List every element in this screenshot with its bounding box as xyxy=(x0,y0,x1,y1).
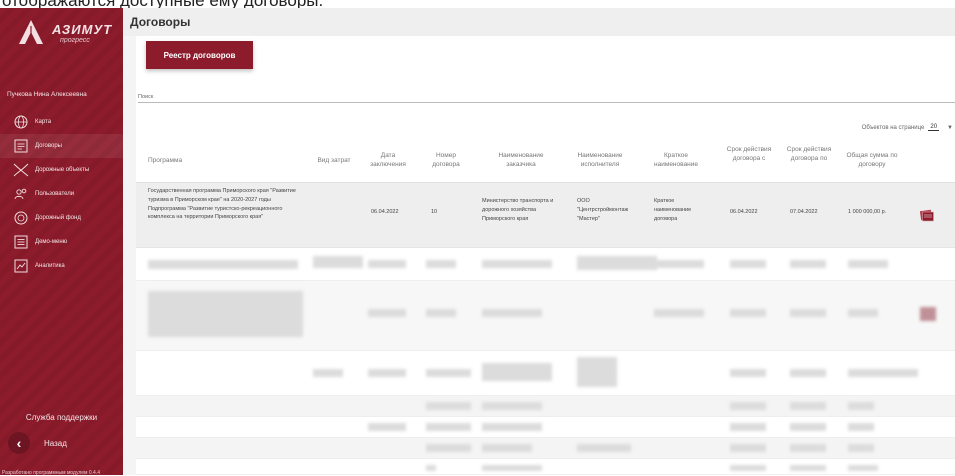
sidebar-item-label: Карта xyxy=(35,119,52,125)
main-content: Реестр договоров Поиск Объектов на стран… xyxy=(123,36,955,475)
back-label: Назад xyxy=(44,438,67,448)
table-header: Программа Вид затрат Дата заключения Ном… xyxy=(136,139,955,183)
caret-down-icon[interactable]: ▼ xyxy=(947,125,953,131)
column-customer[interactable]: Наименование заказчика xyxy=(486,152,556,170)
table-row[interactable] xyxy=(136,396,955,417)
cell-contractor: ООО "Центрстроймонтаж "Мастер" xyxy=(577,198,629,222)
sidebar-nav: Карта Договоры Дорожные объекты Пользова… xyxy=(0,110,123,278)
contract-document-icon[interactable] xyxy=(920,209,934,222)
sidebar-item-road-fund[interactable]: Дорожный фонд xyxy=(0,206,123,230)
column-term-to[interactable]: Срок действия договора по xyxy=(786,146,832,164)
page-header: Договоры xyxy=(123,8,955,36)
column-short-name[interactable]: Краткое наименование xyxy=(648,152,704,170)
contracts-panel: Реестр договоров Поиск Объектов на стран… xyxy=(136,36,955,475)
page-size-select[interactable]: 20 xyxy=(928,124,940,131)
cell-term-from: 06.04.2022 xyxy=(730,209,758,215)
developer-note: Разработано программным модулем 0.4.4 xyxy=(2,470,101,476)
cell-total: 1 000 000,00 р. xyxy=(848,209,887,215)
tab-registry[interactable]: Реестр договоров xyxy=(146,41,253,69)
column-program[interactable]: Программа xyxy=(148,157,182,166)
page-size-control: Объектов на странице 20 ▼ xyxy=(862,124,953,131)
cell-customer: Министерство транспорта и дорожного хозя… xyxy=(482,198,554,222)
sidebar-item-contracts[interactable]: Договоры xyxy=(0,134,123,158)
column-number[interactable]: Номер договора xyxy=(426,152,466,170)
logo-title: АЗИМУТ xyxy=(52,22,113,37)
globe-icon xyxy=(12,113,30,131)
back-button[interactable]: ‹ Назад xyxy=(8,432,67,454)
support-link[interactable]: Служба поддержки xyxy=(0,413,123,422)
sidebar-item-map[interactable]: Карта xyxy=(0,110,123,134)
road-icon xyxy=(12,161,30,179)
cell-date: 06.04.2022 xyxy=(371,209,399,215)
logo: АЗИМУТ прогресс xyxy=(14,16,114,52)
cell-short-name: Краткое наименование договора xyxy=(654,198,692,222)
coin-icon xyxy=(12,209,30,227)
chevron-left-icon: ‹ xyxy=(8,432,30,454)
column-total[interactable]: Общая сумма по договору xyxy=(844,152,900,170)
page-title: Договоры xyxy=(130,15,191,29)
document-icon xyxy=(12,137,30,155)
table-row[interactable] xyxy=(136,248,955,281)
sidebar-item-demo-menu[interactable]: Демо-меню xyxy=(0,230,123,254)
column-date[interactable]: Дата заключения xyxy=(367,152,409,170)
table-row[interactable] xyxy=(136,438,955,459)
page-caption-fragment: отображаются доступные ему договоры. xyxy=(0,0,955,8)
search-label: Поиск xyxy=(138,94,154,100)
logo-subtitle: прогресс xyxy=(60,37,90,44)
cell-number: 10 xyxy=(431,209,438,215)
page-size-label: Объектов на странице xyxy=(861,124,925,131)
table-row[interactable] xyxy=(136,459,955,475)
sidebar-item-label: Дорожные объекты xyxy=(35,167,90,173)
column-cost-type[interactable]: Вид затрат xyxy=(309,157,359,166)
caption-text: отображаются доступные ему договоры. xyxy=(2,0,323,8)
sidebar-item-road-objects[interactable]: Дорожные объекты xyxy=(0,158,123,182)
search-input[interactable] xyxy=(138,102,955,103)
users-icon xyxy=(12,185,30,203)
table-row[interactable] xyxy=(136,351,955,396)
sidebar-item-analytics[interactable]: Аналитика xyxy=(0,254,123,278)
column-contractor[interactable]: Наименование исполнителя xyxy=(568,152,632,170)
user-name[interactable]: Пучкова Нина Алексеевна xyxy=(7,91,87,98)
sidebar-item-label: Пользователи xyxy=(35,191,75,197)
logo-mark-icon xyxy=(19,20,43,46)
table-row[interactable] xyxy=(136,281,955,351)
sidebar-item-users[interactable]: Пользователи xyxy=(0,182,123,206)
column-term-from[interactable]: Срок действия договора с xyxy=(726,146,772,164)
cell-program: Государственная программа Приморского кр… xyxy=(148,188,296,221)
table-row[interactable] xyxy=(136,417,955,438)
sidebar: АЗИМУТ прогресс Пучкова Нина Алексеевна … xyxy=(0,8,123,476)
cell-term-to: 07.04.2022 xyxy=(790,209,818,215)
table-row[interactable]: Государственная программа Приморского кр… xyxy=(136,183,955,248)
menu-icon xyxy=(12,233,30,251)
sidebar-item-label: Демо-меню xyxy=(35,239,68,245)
sidebar-item-label: Дорожный фонд xyxy=(35,215,81,221)
analytics-icon xyxy=(12,257,30,275)
sidebar-item-label: Аналитика xyxy=(35,263,65,269)
sidebar-item-label: Договоры xyxy=(35,143,62,149)
